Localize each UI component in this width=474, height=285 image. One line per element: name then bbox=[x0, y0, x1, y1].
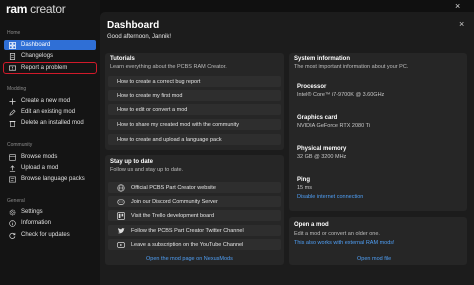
edit-icon bbox=[9, 108, 16, 116]
tutorial-item-share-mod[interactable]: How to share my created mod with the com… bbox=[108, 119, 281, 130]
processor-value: Intel® Core™ i7-9700K @ 3.60GHz bbox=[297, 92, 385, 98]
system-info-card bbox=[289, 53, 467, 211]
social-trello-button[interactable]: Visit the Trello development board bbox=[108, 210, 281, 221]
sidebar-item-edit-mod[interactable]: Edit an existing mod bbox=[4, 107, 96, 117]
trello-icon bbox=[117, 211, 125, 220]
social-discord-button[interactable]: Join our Discord Community Server bbox=[108, 196, 281, 207]
info-icon bbox=[9, 219, 16, 227]
sidebar-item-browse-mods[interactable]: Browse mods bbox=[4, 152, 96, 162]
upload-icon bbox=[9, 164, 16, 172]
social-label: Official PCBS Part Creator website bbox=[131, 184, 216, 191]
section-home: Home bbox=[7, 30, 21, 36]
social-label: Join our Discord Community Server bbox=[131, 198, 218, 205]
ping-value: 15 ms bbox=[297, 185, 312, 191]
sidebar-item-browse-language-packs[interactable]: Browse language packs bbox=[4, 174, 96, 184]
sidebar-item-information[interactable]: Information bbox=[4, 218, 96, 228]
sidebar-item-changelogs[interactable]: Changelogs bbox=[4, 51, 96, 61]
sidebar-item-create-mod[interactable]: Create a new mod bbox=[4, 96, 96, 106]
language-icon bbox=[9, 176, 16, 183]
sidebar-item-dashboard[interactable]: Dashboard bbox=[4, 40, 96, 50]
sidebar-item-report-problem[interactable]: Report a problem bbox=[3, 62, 97, 74]
app-logo: ram creator bbox=[6, 2, 66, 16]
stay-up-title: Stay up to date bbox=[110, 159, 154, 165]
processor-label: Processor bbox=[297, 84, 327, 90]
tutorial-item-bug-report[interactable]: How to create a correct bug report bbox=[108, 76, 281, 87]
open-mod-title: Open a mod bbox=[294, 222, 329, 228]
page-title: Dashboard bbox=[107, 20, 160, 31]
nexusmods-link[interactable]: Open the mod page on NexusMods bbox=[146, 256, 233, 262]
tutorials-subtitle: Learn everything about the PCBS RAM Crea… bbox=[110, 64, 227, 70]
system-info-subtitle: The most important information about you… bbox=[294, 64, 409, 70]
refresh-icon bbox=[9, 232, 16, 239]
tutorial-item-language-pack[interactable]: How to create and upload a language pack bbox=[108, 134, 281, 145]
sidebar-item-upload-mod[interactable]: Upload a mod bbox=[4, 163, 96, 173]
social-website-button[interactable]: Official PCBS Part Creator website bbox=[108, 182, 281, 193]
section-general: General bbox=[7, 198, 25, 204]
tutorial-label: How to edit or convert a mod bbox=[117, 106, 188, 113]
document-icon bbox=[9, 52, 16, 60]
sidebar-item-label: Delete an installed mod bbox=[21, 120, 84, 126]
gpu-label: Graphics card bbox=[297, 115, 338, 121]
report-icon bbox=[9, 65, 16, 72]
twitter-icon bbox=[117, 227, 125, 235]
sidebar-item-label: Create a new mod bbox=[21, 98, 71, 104]
sidebar-item-delete-mod[interactable]: Delete an installed mod bbox=[4, 118, 96, 128]
dashboard-close-button[interactable]: × bbox=[459, 19, 464, 29]
tutorial-label: How to share my created mod with the com… bbox=[117, 121, 239, 128]
stay-up-subtitle: Follow us and stay up to date. bbox=[110, 167, 184, 173]
trash-icon bbox=[9, 120, 16, 127]
dashboard-icon bbox=[9, 41, 16, 49]
social-twitter-button[interactable]: Follow the PCBS Part Creator Twitter Cha… bbox=[108, 225, 281, 236]
sidebar-item-settings[interactable]: Settings bbox=[4, 207, 96, 217]
sidebar-item-label: Browse language packs bbox=[21, 176, 85, 182]
system-info-title: System information bbox=[294, 56, 351, 62]
greeting-text: Good afternoon, Jannik! bbox=[107, 34, 172, 40]
sidebar-item-label: Settings bbox=[21, 209, 43, 215]
tutorial-item-first-mod[interactable]: How to create my first mod bbox=[108, 90, 281, 101]
tutorial-item-edit-convert[interactable]: How to edit or convert a mod bbox=[108, 104, 281, 115]
social-label: Follow the PCBS Part Creator Twitter Cha… bbox=[131, 227, 244, 234]
sidebar-item-label: Check for updates bbox=[21, 232, 70, 238]
gear-icon bbox=[9, 209, 16, 216]
memory-label: Physical memory bbox=[297, 146, 347, 152]
sidebar-item-label: Browse mods bbox=[21, 154, 58, 160]
discord-icon bbox=[117, 198, 125, 206]
memory-value: 32 GB @ 3200 MHz bbox=[297, 154, 347, 160]
sidebar-item-check-updates[interactable]: Check for updates bbox=[4, 230, 96, 240]
sidebar-item-label: Changelogs bbox=[21, 53, 54, 59]
window-close-button[interactable]: × bbox=[455, 1, 460, 11]
open-mod-subtitle: Edit a mod or convert an older one. bbox=[294, 231, 380, 237]
sidebar-item-label: Information bbox=[21, 220, 52, 226]
tutorial-label: How to create my first mod bbox=[117, 92, 183, 99]
sidebar-item-label: Dashboard bbox=[21, 42, 51, 48]
browse-icon bbox=[9, 153, 16, 161]
tutorial-label: How to create a correct bug report bbox=[117, 78, 201, 85]
globe-icon bbox=[117, 183, 125, 192]
section-modding: Modding bbox=[7, 86, 27, 92]
social-label: Leave a subscription on the YouTube Chan… bbox=[131, 241, 244, 248]
sidebar-item-label: Edit an existing mod bbox=[21, 109, 76, 115]
plus-icon bbox=[9, 97, 16, 105]
tutorials-title: Tutorials bbox=[110, 56, 135, 62]
social-label: Visit the Trello development board bbox=[131, 212, 215, 219]
ping-label: Ping bbox=[297, 177, 310, 183]
sidebar-item-label: Upload a mod bbox=[21, 165, 59, 171]
disable-internet-link[interactable]: Disable internet connection bbox=[297, 194, 363, 200]
tutorial-label: How to create and upload a language pack bbox=[117, 136, 222, 143]
gpu-value: NVIDIA GeForce RTX 2080 Ti bbox=[297, 123, 370, 129]
sidebar-item-label: Report a problem bbox=[21, 65, 68, 71]
open-mod-file-link[interactable]: Open mod file bbox=[357, 256, 391, 262]
sidebar: ram creator Home Dashboard Changelogs Re… bbox=[0, 0, 100, 285]
youtube-icon bbox=[117, 241, 125, 249]
section-community: Community bbox=[7, 142, 33, 148]
external-mods-note: This also works with external RAM mods! bbox=[294, 240, 395, 246]
social-youtube-button[interactable]: Leave a subscription on the YouTube Chan… bbox=[108, 239, 281, 250]
